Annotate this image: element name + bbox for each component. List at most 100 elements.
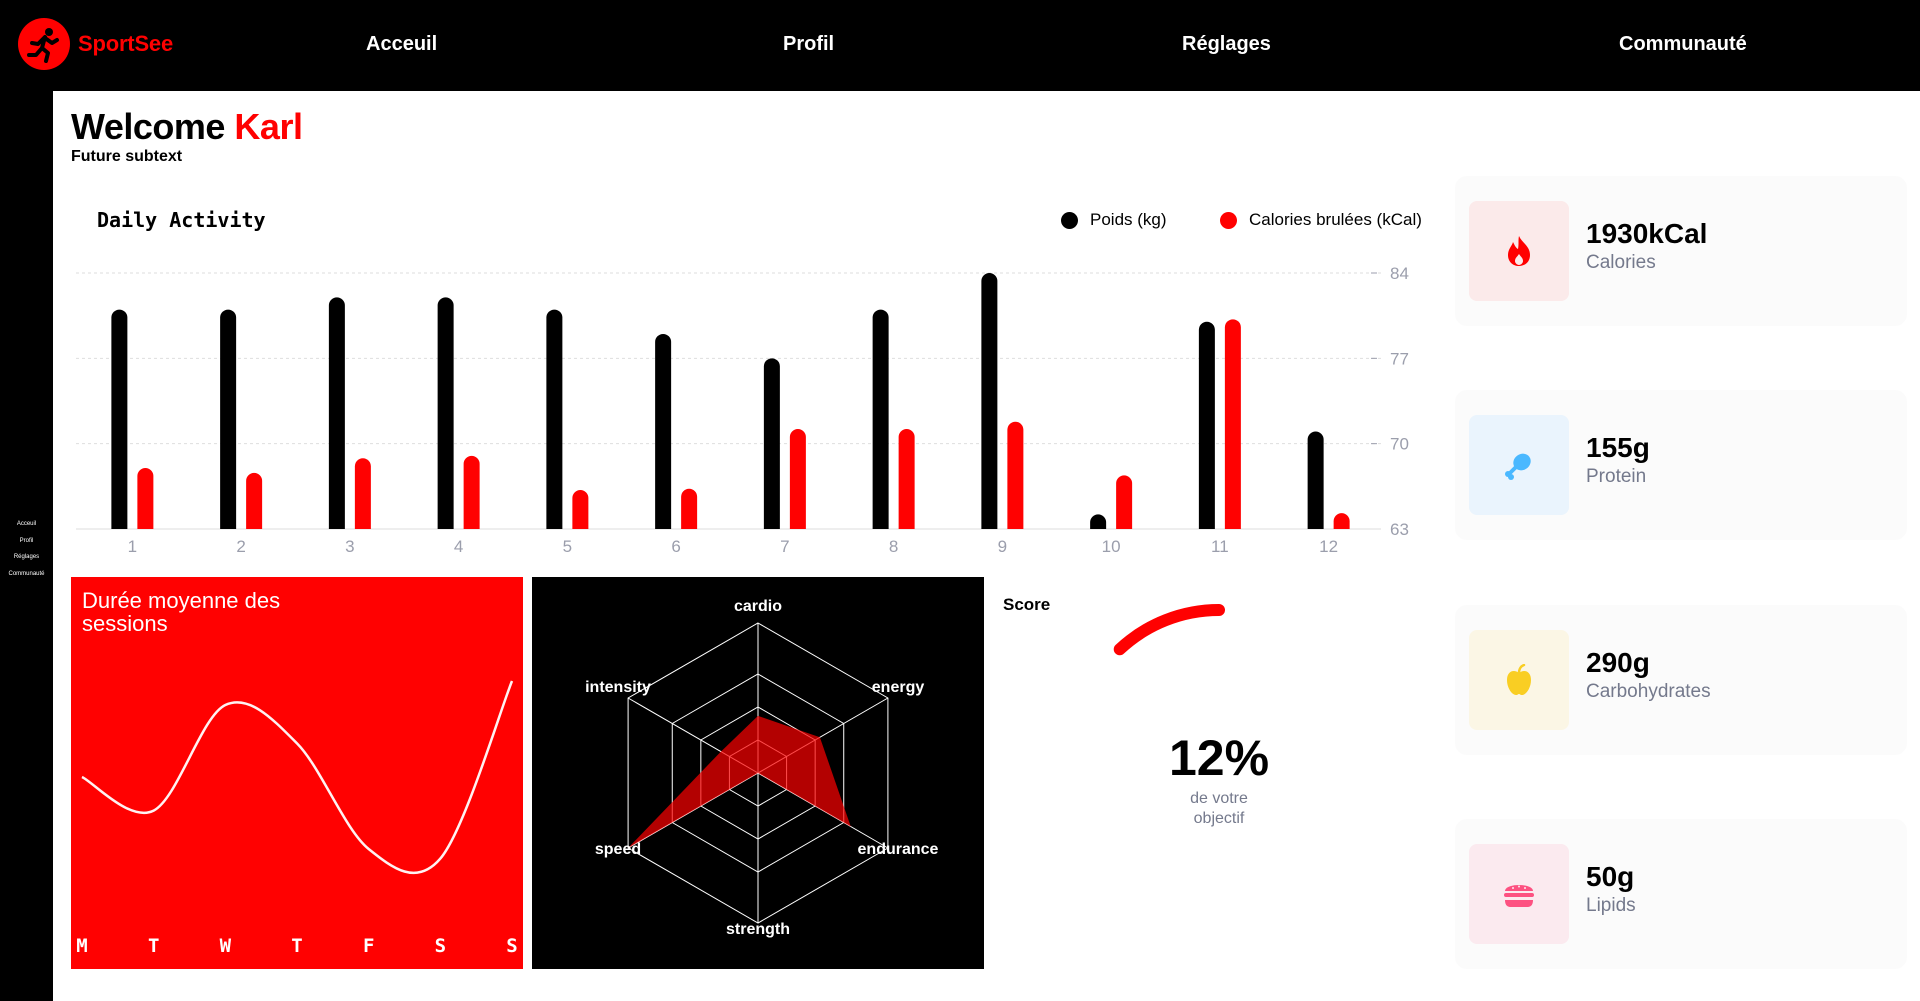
calories-bar — [137, 468, 154, 529]
x-tick-label: 4 — [454, 537, 463, 556]
nav-home[interactable]: Acceuil — [366, 33, 437, 56]
carbohydrates-label: Carbohydrates — [1586, 681, 1711, 702]
weight-bar — [111, 309, 128, 529]
user-name: Karl — [234, 106, 303, 147]
daily-activity-card: 63 70 77 84 1 2 3 4 5 6 7 8 9 10 11 12 Daily Activity P… — [71, 190, 1431, 560]
radar-label: energy — [872, 679, 925, 696]
protein-label: Protein — [1586, 466, 1647, 487]
weight-bar — [1090, 514, 1107, 529]
weight-bar — [546, 309, 563, 529]
nav-community[interactable]: Communauté — [1619, 33, 1747, 56]
chicken-icon — [1469, 415, 1569, 515]
sidebar-links: Acceuil Profil Réglages Communauté — [0, 516, 53, 582]
sessions-line — [81, 680, 514, 875]
brand-name: SportSee — [78, 31, 173, 56]
weight-bar — [437, 297, 454, 529]
score-card: Score 12% de votre objectif — [993, 577, 1445, 969]
sidebar-item-profile[interactable]: Profil — [20, 533, 34, 550]
score-caption-line1: de votre — [1190, 790, 1248, 807]
score-arc — [1113, 604, 1225, 656]
weight-bar — [763, 358, 780, 529]
legend-calories: Calories brulées (kCal) — [1220, 210, 1422, 230]
carbohydrates-value: 290g — [1586, 647, 1650, 678]
sessions-card: Durée moyenne des sessions MTWTFSS — [71, 577, 523, 969]
x-tick-label: 10 — [1102, 537, 1121, 556]
weight-bar — [220, 309, 237, 529]
calories-bar — [898, 429, 915, 529]
y-tick-label: 63 — [1390, 520, 1409, 539]
calories-bar — [1333, 513, 1350, 529]
legend-calories-label: Calories brulées (kCal) — [1249, 210, 1422, 229]
x-tick-label: 3 — [345, 537, 354, 556]
calories-value: 1930kCal — [1586, 218, 1708, 249]
calories-bar — [246, 472, 263, 529]
y-tick-label: 77 — [1390, 349, 1409, 368]
day-label: F — [363, 935, 374, 957]
day-label: S — [506, 935, 517, 957]
weight-bar — [1198, 321, 1215, 529]
radar-label: cardio — [734, 598, 782, 615]
key-card-calories: 1930kCal Calories — [1455, 176, 1907, 326]
radar-label: intensity — [585, 679, 651, 696]
weight-bar — [981, 273, 998, 529]
calories-bar — [572, 489, 589, 529]
x-tick-label: 7 — [780, 537, 789, 556]
burger-icon — [1469, 844, 1569, 944]
top-navigation: SportSee Acceuil Profil Réglages Communa… — [0, 0, 1920, 91]
y-tick-label: 84 — [1390, 264, 1409, 283]
x-tick-label: 12 — [1319, 537, 1338, 556]
legend-weight-label: Poids (kg) — [1090, 210, 1167, 229]
day-label: T — [148, 935, 159, 957]
day-label: S — [435, 935, 446, 957]
sidebar-item-settings[interactable]: Réglages — [14, 549, 39, 566]
calories-bar — [463, 455, 480, 529]
y-tick-label: 70 — [1390, 435, 1409, 454]
x-tick-label: 9 — [998, 537, 1007, 556]
apple-icon — [1469, 630, 1569, 730]
score-caption-line2: objectif — [1193, 810, 1245, 827]
page-subtitle: Future subtext — [71, 148, 183, 165]
key-card-carbohydrates: 290g Carbohydrates — [1455, 605, 1907, 755]
weight-bar — [1307, 431, 1324, 529]
sidebar-item-home[interactable]: Acceuil — [17, 516, 36, 533]
day-label: T — [291, 935, 302, 957]
nav-settings[interactable]: Réglages — [1182, 33, 1271, 56]
daily-activity-chart: 637077841 2 3 4 5 6 7 8 9 10 11 12 — [76, 264, 1409, 556]
calories-bar — [789, 429, 806, 529]
legend-weight-dot — [1061, 211, 1078, 229]
key-card-protein: 155g Protein — [1455, 390, 1907, 540]
sidebar: Acceuil Profil Réglages Communauté — [0, 91, 53, 1001]
radar-label: endurance — [858, 841, 939, 858]
performance-radar-chart: cardio energy endurance strength speed intens… — [585, 598, 939, 938]
logo[interactable]: SportSee — [18, 18, 173, 70]
calories-bar — [1007, 421, 1024, 529]
weight-bar — [872, 309, 889, 529]
radar-label: speed — [595, 841, 641, 858]
key-card-lipids: 50g Lipids — [1455, 819, 1907, 969]
performance-card: cardio energy endurance strength speed intens… — [532, 577, 984, 969]
legend-calories-dot — [1220, 211, 1237, 229]
x-tick-label: 6 — [671, 537, 680, 556]
x-tick-label: 8 — [889, 537, 898, 556]
x-tick-label: 5 — [563, 537, 572, 556]
legend-weight: Poids (kg) — [1061, 210, 1167, 230]
day-label: M — [76, 935, 87, 957]
nav-profile[interactable]: Profil — [783, 33, 834, 56]
weight-bar — [328, 297, 345, 529]
x-tick-label: 2 — [236, 537, 245, 556]
x-tick-label: 1 — [128, 537, 137, 556]
runner-icon — [18, 18, 70, 70]
sidebar-item-community[interactable]: Communauté — [8, 566, 44, 583]
protein-value: 155g — [1586, 432, 1650, 463]
welcome-text: Welcome — [71, 106, 225, 147]
lipids-label: Lipids — [1586, 895, 1636, 916]
radar-label: strength — [726, 921, 790, 938]
day-label: W — [220, 935, 232, 957]
score-value: 12% — [1168, 730, 1270, 786]
score-caption: de votre objectif — [993, 789, 1445, 829]
weight-bar — [655, 333, 672, 529]
page-title: Welcome Karl — [71, 106, 303, 148]
flame-icon — [1469, 201, 1569, 301]
x-tick-label: 11 — [1211, 537, 1229, 556]
calories-label: Calories — [1586, 252, 1656, 273]
